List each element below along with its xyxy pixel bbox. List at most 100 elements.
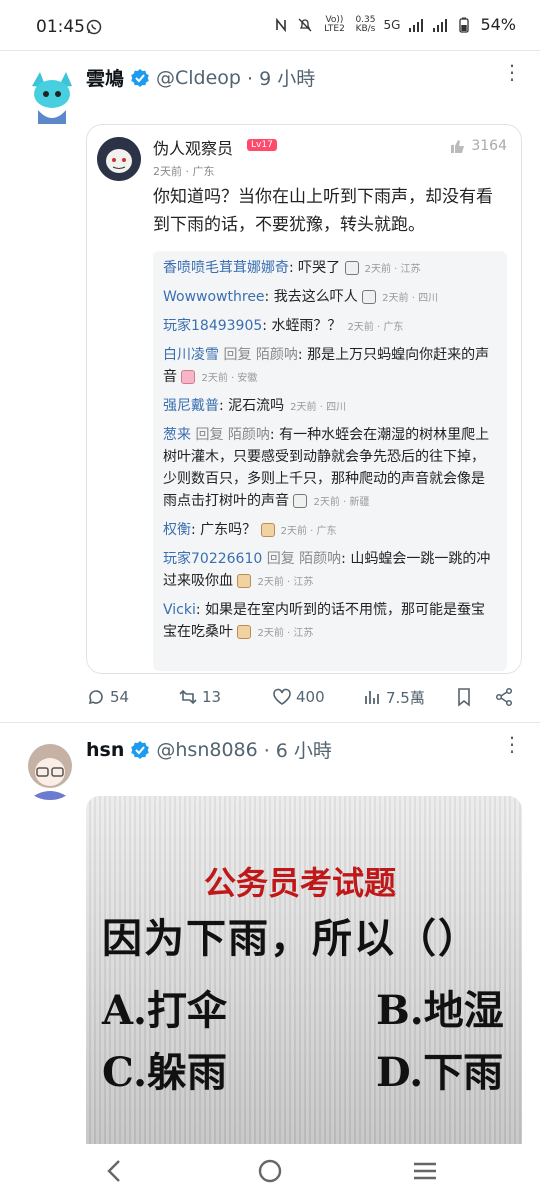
battery-icon bbox=[459, 17, 470, 33]
reply-colon: : bbox=[269, 427, 280, 443]
reply-colon: : bbox=[297, 347, 308, 363]
avatar[interactable] bbox=[18, 736, 82, 800]
mute-icon bbox=[298, 18, 312, 31]
views-button[interactable]: 7.5萬 bbox=[362, 687, 425, 708]
emoji-sticker-icon bbox=[344, 261, 359, 275]
reply-target[interactable]: 陌颜呐 bbox=[256, 347, 298, 363]
share-button[interactable] bbox=[494, 687, 514, 707]
reply-text: 广东吗？ bbox=[200, 522, 257, 538]
more-options-icon[interactable]: ⋮ bbox=[502, 734, 522, 758]
avatar[interactable] bbox=[20, 66, 84, 130]
emoji-sticker-icon bbox=[181, 370, 196, 384]
exam-question: 因为下雨，所以（） bbox=[102, 915, 480, 962]
reply-text: 水蛭雨？？ bbox=[271, 318, 342, 334]
nfc-icon bbox=[276, 17, 287, 32]
signal-icon bbox=[409, 18, 424, 32]
option-b: B.地湿 bbox=[376, 987, 504, 1034]
reply-user[interactable]: 玩家18493905 bbox=[163, 318, 262, 334]
reply-item[interactable]: Vicki: 如果是在室内听到的话不用慌，那可能是蚕宝宝在吃桑叶 2天前 · 江… bbox=[163, 599, 497, 645]
post-body: 你知道吗？当你在山上听到下雨声，却没有看到下雨的话，不要犹豫，转头就跑。 bbox=[153, 187, 493, 235]
like-button[interactable]: 400 bbox=[272, 687, 325, 707]
tweet1-header: 雲鳩 @Cldeop · 9 小時 bbox=[86, 64, 315, 91]
network-type: 5G bbox=[383, 17, 401, 32]
heart-icon bbox=[273, 688, 291, 705]
reply-item[interactable]: 香喷喷毛茸茸娜娜奇: 吓哭了 2天前 · 江苏 bbox=[163, 257, 497, 281]
reply-keyword: 回复 bbox=[223, 347, 252, 363]
tweet-time: · 6 小時 bbox=[263, 740, 332, 762]
handle[interactable]: @hsn8086 bbox=[156, 739, 257, 761]
emoji-sticker-icon bbox=[260, 523, 275, 537]
handle[interactable]: @Cldeop bbox=[156, 67, 241, 89]
emoji-sticker-icon bbox=[237, 625, 252, 639]
reply-item[interactable]: 白川凌雪 回复 陌颜呐: 那是上万只蚂蝗向你赶来的声音 2天前 · 安徽 bbox=[163, 344, 497, 390]
option-c: C.躲雨 bbox=[102, 1049, 228, 1096]
display-name[interactable]: 雲鳩 bbox=[86, 64, 124, 91]
reply-user[interactable]: 权衡 bbox=[163, 522, 191, 538]
option-a: A.打伞 bbox=[102, 987, 227, 1034]
reply-colon: : bbox=[341, 551, 351, 567]
verified-badge-icon bbox=[131, 68, 149, 87]
status-time: 01:45 bbox=[36, 17, 85, 37]
system-nav-bar bbox=[0, 1144, 540, 1199]
home-icon[interactable] bbox=[255, 1156, 285, 1186]
reply-user[interactable]: 玩家70226610 bbox=[163, 551, 262, 567]
option-d: D.下雨 bbox=[376, 1049, 504, 1096]
verified-badge-icon bbox=[131, 740, 150, 759]
reply-target[interactable]: 陌颜呐 bbox=[299, 551, 341, 567]
bookmark-icon bbox=[458, 688, 470, 707]
reply-item[interactable]: 玩家70226610 回复 陌颜呐: 山蚂蝗会一跳一跳的冲过来吸你血 2天前 ·… bbox=[163, 548, 497, 594]
emoji-sticker-icon bbox=[362, 290, 377, 304]
reply-time: 2天前 · 江苏 bbox=[364, 264, 421, 275]
tweet-image[interactable]: 公务员考试题 因为下雨，所以（） A.打伞 B.地湿 C.躲雨 D.下雨 bbox=[86, 796, 522, 1144]
like-count: 400 bbox=[296, 688, 325, 706]
more-options-icon[interactable]: ⋮ bbox=[502, 62, 522, 86]
quoted-screenshot[interactable]: 伪人观察员 Lv17 2天前 · 广东 3164 你知道吗？当你在山上听到下雨声… bbox=[86, 124, 522, 674]
reply-button[interactable]: 54 bbox=[86, 687, 129, 707]
retweet-count: 13 bbox=[202, 688, 222, 706]
status-icons: Vo)) LTE2 0.35 KB/s 5G 54% bbox=[273, 15, 516, 34]
status-bar: 01:45 Vo)) LTE2 0.35 KB/s 5G 54% bbox=[0, 0, 540, 56]
reply-item[interactable]: Wowwowthree: 我去这么吓人 2天前 · 四川 bbox=[163, 286, 497, 310]
reply-user[interactable]: Vicki bbox=[163, 602, 196, 618]
tweet1-actions: 54 13 400 7.5萬 bbox=[86, 682, 520, 712]
poster-name: 伪人观察员 bbox=[153, 139, 234, 158]
reply-user[interactable]: 香喷喷毛茸茸娜娜奇 bbox=[163, 260, 289, 276]
battery-percent: 54% bbox=[480, 15, 516, 34]
back-icon[interactable] bbox=[100, 1156, 130, 1186]
reply-time: 2天前 · 新疆 bbox=[313, 497, 370, 508]
reply-colon: : bbox=[219, 398, 229, 414]
display-name[interactable]: hsn bbox=[86, 739, 124, 761]
net-speed: 0.35 KB/s bbox=[355, 14, 376, 34]
reply-colon: : bbox=[191, 522, 201, 538]
exam-title: 公务员考试题 bbox=[204, 864, 397, 902]
whatsapp-icon bbox=[86, 19, 102, 35]
analytics-icon bbox=[365, 691, 379, 704]
reply-user[interactable]: Wowwowthree bbox=[163, 289, 265, 305]
volte-label: Vo)) LTE2 bbox=[324, 14, 345, 34]
recents-icon[interactable] bbox=[410, 1156, 440, 1186]
reply-target[interactable]: 陌颜呐 bbox=[228, 427, 270, 443]
tweet-time: · 9 小時 bbox=[247, 68, 316, 90]
reply-list: 香喷喷毛茸茸娜娜奇: 吓哭了 2天前 · 江苏 Wowwowthree: 我去这么… bbox=[153, 251, 507, 671]
view-count: 7.5萬 bbox=[386, 688, 425, 707]
reply-item[interactable]: 葱来 回复 陌颜呐: 有一种水蛭会在潮湿的树林里爬上树叶灌木，只要感受到动静就会… bbox=[163, 424, 497, 514]
reply-keyword: 回复 bbox=[195, 427, 224, 443]
reply-colon: : bbox=[289, 260, 299, 276]
poster-meta: 2天前 · 广东 bbox=[153, 165, 215, 178]
bookmark-button[interactable] bbox=[454, 687, 474, 707]
reply-text: 如果是在室内听到的话不用慌，那可能是蚕宝宝在吃桑叶 bbox=[163, 602, 486, 640]
reply-time: 2天前 · 四川 bbox=[290, 402, 347, 413]
poster-avatar bbox=[97, 137, 141, 181]
reply-text: 我去这么吓人 bbox=[273, 289, 358, 305]
reply-user[interactable]: 强尼戴普 bbox=[163, 398, 219, 414]
reply-item[interactable]: 强尼戴普: 泥石流吗 2天前 · 四川 bbox=[163, 395, 497, 419]
reply-time: 2天前 · 江苏 bbox=[257, 628, 314, 639]
reply-item[interactable]: 权衡: 广东吗？ 2天前 · 广东 bbox=[163, 519, 497, 543]
reply-text: 吓哭了 bbox=[298, 260, 341, 276]
reply-user[interactable]: 葱来 bbox=[163, 427, 191, 443]
reply-user[interactable]: 白川凌雪 bbox=[163, 347, 219, 363]
reply-count: 54 bbox=[110, 688, 130, 706]
reply-item[interactable]: 玩家18493905: 水蛭雨？？ 2天前 · 广东 bbox=[163, 315, 497, 339]
reply-time: 2天前 · 江苏 bbox=[257, 577, 314, 588]
retweet-button[interactable]: 13 bbox=[178, 687, 221, 707]
